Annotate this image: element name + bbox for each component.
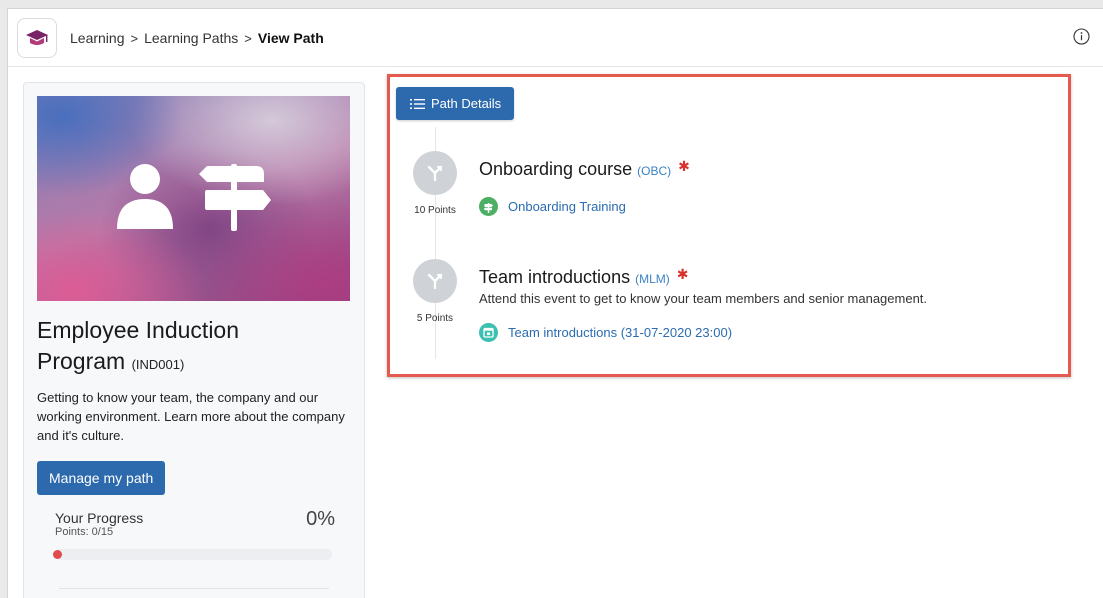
path-details-panel: Path Details 10 Points Onboarding course… [387, 74, 1071, 377]
step-title-text: Onboarding course [479, 159, 633, 179]
step-code: (MLM) [635, 272, 670, 286]
step-points: 5 Points [416, 313, 454, 324]
step-title[interactable]: Onboarding course (OBC) ✱ [479, 158, 690, 180]
step-activity-label: Team introductions (31-07-2020 23:00) [508, 325, 733, 340]
step-branch-icon [413, 259, 457, 303]
program-title-line2: Program [37, 348, 126, 374]
program-cover-image [37, 96, 350, 301]
info-icon[interactable] [1073, 28, 1090, 45]
path-details-button[interactable]: Path Details [396, 87, 515, 120]
step-activity-label: Onboarding Training [508, 199, 626, 214]
program-title-line1: Employee Induction [37, 317, 240, 343]
step-branch-icon [413, 151, 457, 195]
breadcrumb-learning-paths[interactable]: Learning Paths [144, 30, 238, 46]
divider [59, 588, 329, 589]
progress-percent: 0% [306, 508, 335, 530]
manage-my-path-button[interactable]: Manage my path [37, 461, 166, 495]
breadcrumb: Learning > Learning Paths > View Path [70, 30, 324, 46]
required-marker: ✱ [678, 158, 690, 174]
graduation-cap-icon [26, 30, 48, 45]
progress-bar [53, 549, 332, 560]
fork-icon [427, 273, 443, 290]
step-points: 10 Points [414, 205, 456, 216]
step-title[interactable]: Team introductions (MLM) ✱ [479, 266, 689, 288]
step-activity-link[interactable]: Team introductions (31-07-2020 23:00) [479, 323, 732, 342]
person-signpost-icon [117, 164, 271, 231]
step-code: (OBC) [637, 164, 672, 178]
app-logo[interactable] [17, 18, 57, 58]
top-header: Learning > Learning Paths > View Path [8, 9, 1103, 67]
fork-icon [427, 165, 443, 182]
list-icon [410, 98, 425, 109]
step-description: Attend this event to get to know your te… [479, 291, 928, 306]
calendar-icon [479, 323, 498, 342]
progress-indicator [53, 550, 62, 559]
required-marker: ✱ [676, 266, 689, 282]
program-title: Employee Induction Program (IND001) [37, 315, 357, 380]
breadcrumb-separator: > [244, 30, 252, 46]
breadcrumb-learning[interactable]: Learning [70, 30, 125, 46]
progress-points: Points: 0/15 [55, 526, 114, 538]
program-description: Getting to know your team, the company a… [37, 390, 345, 443]
path-details-label: Path Details [431, 96, 502, 111]
app-window: Learning > Learning Paths > View Path Em… [7, 8, 1103, 598]
step-title-text: Team introductions [479, 267, 631, 287]
step-activity-link[interactable]: Onboarding Training [479, 197, 626, 216]
progress-label: Your Progress [55, 510, 144, 526]
breadcrumb-separator: > [130, 30, 139, 46]
signpost-icon [479, 197, 498, 216]
program-code: (IND001) [131, 357, 185, 372]
program-card: Employee Induction Program (IND001) Gett… [23, 82, 365, 598]
breadcrumb-current: View Path [257, 30, 324, 46]
